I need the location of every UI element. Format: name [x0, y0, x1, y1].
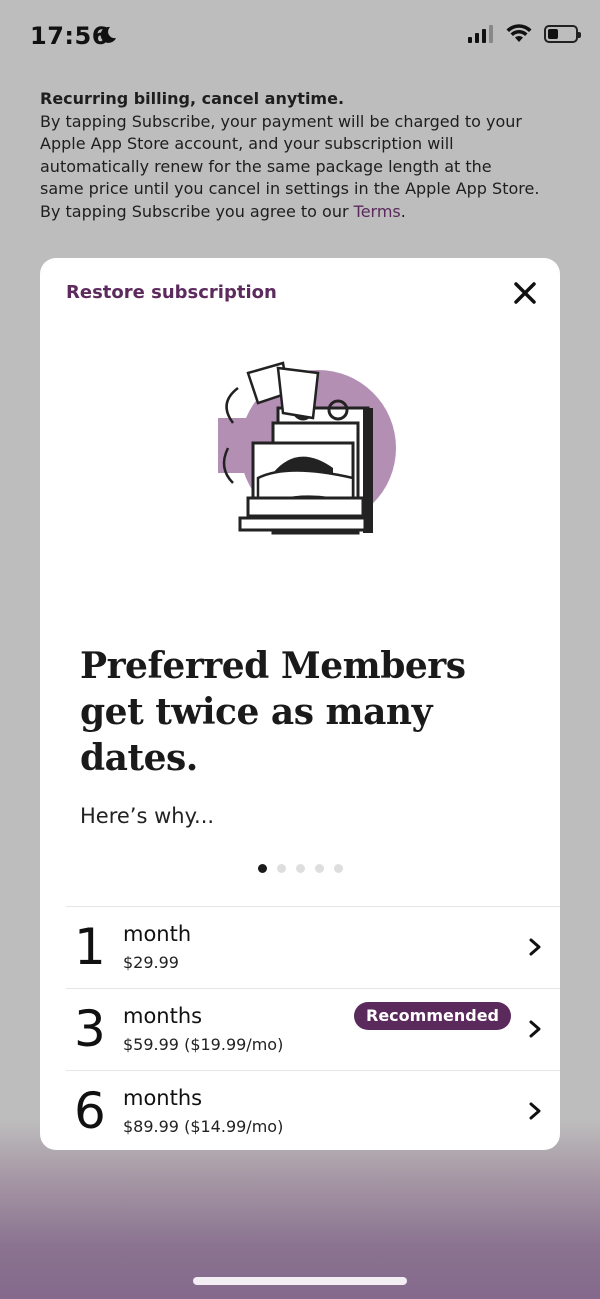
plan-price: $59.99 ($19.99/mo): [123, 1035, 284, 1054]
billing-notice: Recurring billing, cancel anytime. By ta…: [40, 88, 540, 223]
billing-notice-end: .: [400, 201, 406, 221]
recommended-badge: Recommended: [354, 1002, 511, 1030]
plan-number: 1: [74, 918, 106, 976]
chevron-right-icon: [529, 1020, 541, 1038]
billing-notice-body: By tapping Subscribe, your payment will …: [40, 111, 540, 221]
cellular-signal-icon: [468, 24, 493, 43]
battery-icon: [544, 24, 581, 43]
plan-label: month: [123, 922, 192, 946]
subscription-card: Restore subscription Preferred Members g…: [40, 258, 560, 1150]
status-bar: 17:56: [0, 0, 600, 74]
carousel-dot-2[interactable]: [276, 864, 286, 873]
carousel-dot-1[interactable]: [257, 864, 267, 873]
plan-6-months[interactable]: 6 months $89.99 ($14.99/mo): [66, 1070, 560, 1150]
calendar-illustration: [218, 361, 396, 535]
plan-3-months[interactable]: 3 months $59.99 ($19.99/mo) Recommended: [66, 988, 560, 1070]
subheadline: Here’s why...: [80, 804, 215, 828]
plan-1-month[interactable]: 1 month $29.99: [66, 906, 560, 988]
terms-link[interactable]: Terms: [354, 202, 401, 221]
close-icon[interactable]: [512, 280, 538, 306]
plan-price: $29.99: [123, 953, 179, 972]
plan-price: $89.99 ($14.99/mo): [123, 1117, 284, 1136]
status-icons: [468, 24, 581, 43]
restore-subscription-link[interactable]: Restore subscription: [66, 282, 277, 303]
plan-number: 3: [74, 1000, 106, 1058]
moon-icon: [100, 26, 116, 43]
wifi-icon: [506, 24, 532, 42]
home-indicator[interactable]: [193, 1277, 407, 1285]
carousel-dot-4[interactable]: [314, 864, 324, 873]
billing-notice-heading: Recurring billing, cancel anytime.: [40, 89, 345, 108]
chevron-right-icon: [529, 1102, 541, 1120]
carousel-dots: [40, 864, 560, 873]
chevron-right-icon: [529, 938, 541, 956]
carousel-dot-3[interactable]: [295, 864, 305, 873]
plan-label: months: [123, 1086, 203, 1110]
plan-list: 1 month $29.99 3 months $59.99 ($19.99/m…: [66, 906, 560, 1150]
plan-label: months: [123, 1004, 203, 1028]
headline: Preferred Members get twice as many date…: [80, 645, 466, 779]
plan-number: 6: [74, 1082, 106, 1140]
carousel-dot-5[interactable]: [333, 864, 343, 873]
